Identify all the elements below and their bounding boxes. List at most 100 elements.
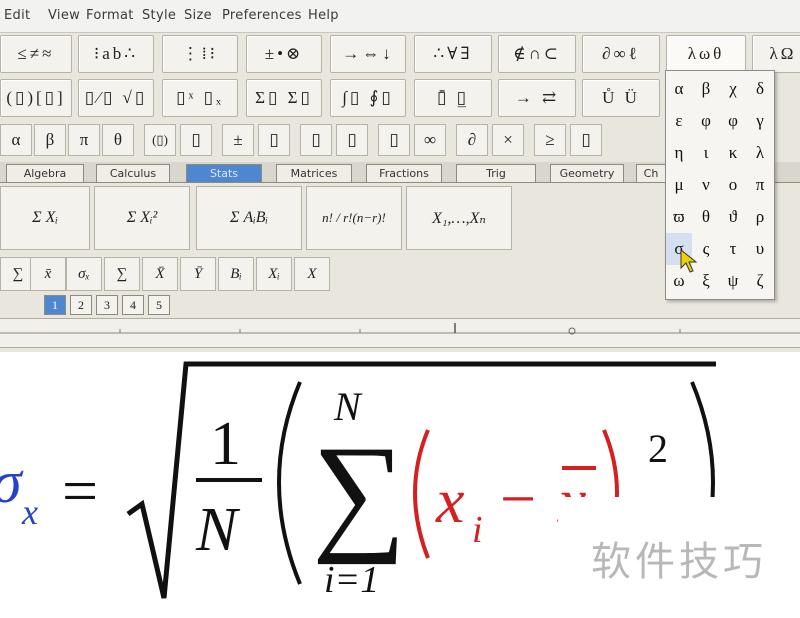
tab-matrices[interactable]: Matrices (276, 164, 352, 182)
arrows-palette-button[interactable]: →⇔↓ (330, 35, 406, 73)
theta-symbol-button[interactable]: θ (102, 124, 134, 156)
fractions-radicals-palette-button[interactable]: ▯⁄▯ √▯ (78, 79, 154, 117)
plus-minus-button[interactable]: ± (222, 124, 254, 156)
sequence-template[interactable]: X₁,…,Xₙ (406, 186, 512, 250)
underbars-palette-button[interactable]: ▯̄ ▯̲ (414, 79, 492, 117)
greek-gamma[interactable]: γ (747, 105, 773, 137)
x-i-template[interactable]: Xᵢ (256, 257, 292, 291)
combination-template[interactable]: n! / r!(n−r)! (306, 186, 402, 250)
bracket-template-button[interactable]: ▯ (180, 124, 212, 156)
x-bar-template[interactable]: X̄ (142, 257, 178, 291)
greater-equal-button[interactable]: ≥ (534, 124, 566, 156)
tab-algebra[interactable]: Algebra (6, 164, 84, 182)
greek-tau[interactable]: τ (720, 233, 746, 265)
template-button-10[interactable]: ▯ (336, 124, 368, 156)
beta-symbol-button[interactable]: β (34, 124, 66, 156)
menu-edit[interactable]: Edit (4, 8, 30, 23)
embellishments-palette-button[interactable]: ⋮⁞⁝ (162, 35, 238, 73)
greek-mu[interactable]: μ (666, 169, 692, 201)
greek-eta[interactable]: η (666, 137, 692, 169)
greek-delta[interactable]: δ (747, 73, 773, 105)
tab-trig[interactable]: Trig (456, 164, 536, 182)
sum-aibi-template[interactable]: Σ AᵢBᵢ (196, 186, 302, 250)
greek-varpi[interactable]: ϖ (666, 201, 692, 233)
greek-beta[interactable]: β (693, 73, 719, 105)
misc-palette-button[interactable]: ∂∞ℓ (582, 35, 660, 73)
y-bar-template[interactable]: Ȳ (180, 257, 216, 291)
greek-iota[interactable]: ι (693, 137, 719, 169)
greek-upsilon[interactable]: υ (747, 233, 773, 265)
ruler[interactable] (0, 318, 800, 348)
integrals-palette-button[interactable]: ∫▯ ∮▯ (330, 79, 406, 117)
products-palette-button[interactable]: Ů Ü (582, 79, 660, 117)
alpha-symbol-button[interactable]: α (0, 124, 32, 156)
page-tab-2[interactable]: 2 (70, 295, 92, 315)
page-tab-1[interactable]: 1 (44, 295, 66, 315)
page-tab-4[interactable]: 4 (122, 295, 144, 315)
minus-sign: − (500, 463, 536, 534)
partial-button[interactable]: ∂ (456, 124, 488, 156)
greek-vartheta[interactable]: ϑ (720, 201, 746, 233)
x-template[interactable]: X (294, 257, 330, 291)
menu-format[interactable]: Format (86, 8, 134, 23)
sum-xi-template[interactable]: Σ Xᵢ (0, 186, 90, 250)
greek-alpha[interactable]: α (666, 73, 692, 105)
template-button-8[interactable]: ▯ (258, 124, 290, 156)
summation-sign: ∑ (312, 418, 406, 565)
greek-lower-palette-button[interactable]: λωθ (666, 35, 746, 73)
greek-pi[interactable]: π (747, 169, 773, 201)
pi-symbol-button[interactable]: π (68, 124, 100, 156)
template-button-11[interactable]: ▯ (378, 124, 410, 156)
template-button-9[interactable]: ▯ (300, 124, 332, 156)
menu-size[interactable]: Size (184, 8, 212, 23)
greek-psi[interactable]: ψ (720, 265, 746, 297)
greek-rho[interactable]: ρ (747, 201, 773, 233)
infinity-button[interactable]: ∞ (414, 124, 446, 156)
tab-calculus[interactable]: Calculus (96, 164, 170, 182)
mean-template[interactable]: x̄ (30, 257, 66, 291)
menu-preferences[interactable]: Preferences (222, 8, 302, 23)
times-button[interactable]: × (492, 124, 524, 156)
tab-chemistry[interactable]: Ch (636, 164, 666, 182)
sigma-x-template[interactable]: σₓ (66, 257, 102, 291)
menu-view[interactable]: View (48, 8, 80, 23)
sum-xi-squared-template[interactable]: Σ Xᵢ² (94, 186, 190, 250)
sets-palette-button[interactable]: ∉∩⊂ (498, 35, 576, 73)
greek-nu[interactable]: ν (693, 169, 719, 201)
page-tab-3[interactable]: 3 (96, 295, 118, 315)
menu-help[interactable]: Help (308, 8, 339, 23)
mouse-cursor-icon (680, 248, 698, 273)
logic-palette-button[interactable]: ∴∀∃ (414, 35, 492, 73)
subscripts-palette-button[interactable]: ▯ˣ ▯ₓ (162, 79, 238, 117)
greek-epsilon[interactable]: ε (666, 105, 692, 137)
page-tab-5[interactable]: 5 (148, 295, 170, 315)
watermark-text: 软件技巧 (558, 497, 800, 618)
relations-palette-button[interactable]: ≤≠≈ (0, 35, 72, 73)
labeled-arrows-palette-button[interactable]: → ⇄ (498, 79, 576, 117)
tab-geometry[interactable]: Geometry (550, 164, 624, 182)
fences-palette-button[interactable]: (▯)[▯] (0, 79, 72, 117)
greek-lambda[interactable]: λ (747, 137, 773, 169)
b-i-template[interactable]: Bᵢ (218, 257, 254, 291)
fraction-denominator: N (195, 496, 241, 564)
greek-omicron[interactable]: ο (720, 169, 746, 201)
greek-upper-palette-button[interactable]: λΩ (752, 35, 800, 73)
spaces-palette-button[interactable]: ⁝ab∴ (78, 35, 154, 73)
greek-phi[interactable]: φ (693, 105, 719, 137)
parentheses-template-button[interactable]: (▯) (144, 124, 176, 156)
term-x: x (435, 465, 464, 536)
tab-fractions[interactable]: Fractions (366, 164, 442, 182)
sum-template-2[interactable]: ∑ (104, 257, 140, 291)
menu-style[interactable]: Style (142, 8, 176, 23)
operators-palette-button[interactable]: ±•⊗ (246, 35, 322, 73)
tab-stats[interactable]: Stats (186, 164, 262, 182)
greek-chi[interactable]: χ (720, 73, 746, 105)
menu-bar: Edit View Format Style Size Preferences … (0, 0, 800, 33)
greek-zeta[interactable]: ζ (747, 265, 773, 297)
greek-kappa[interactable]: κ (720, 137, 746, 169)
greek-varphi[interactable]: φ (720, 105, 746, 137)
template-button-16[interactable]: ▯ (570, 124, 602, 156)
summation-palette-button[interactable]: Σ▯ Σ▯ (246, 79, 322, 117)
sum-lower-limit: i=1 (324, 559, 379, 601)
greek-theta[interactable]: θ (693, 201, 719, 233)
